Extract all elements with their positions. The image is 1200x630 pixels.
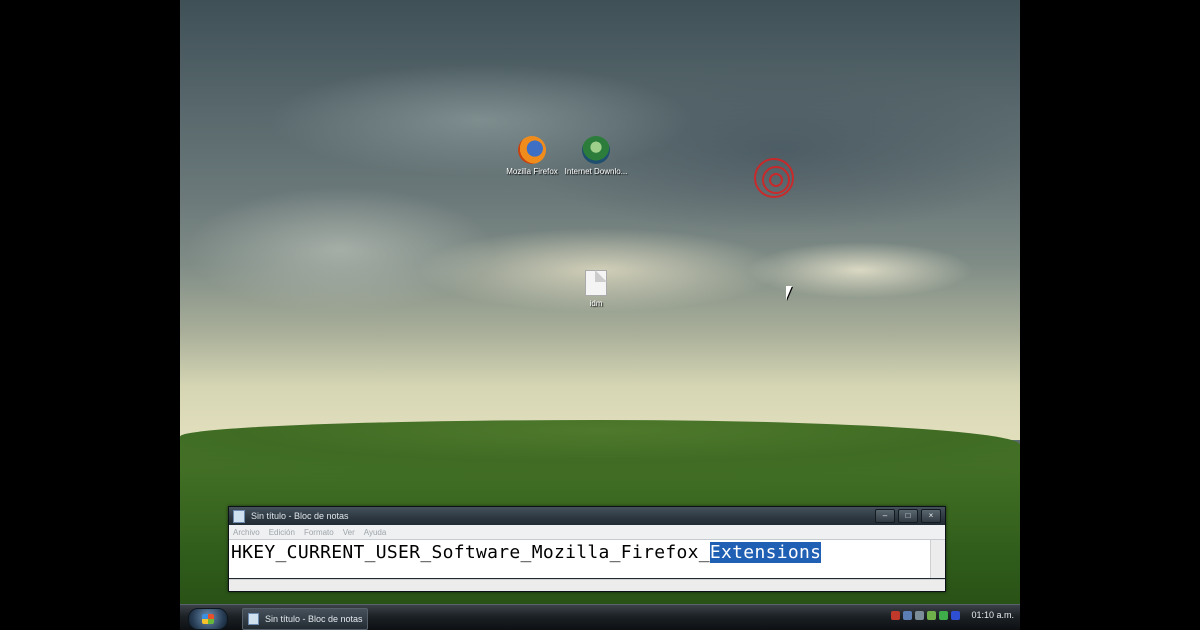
close-button[interactable]: × (921, 509, 941, 523)
menu-archivo[interactable]: Archivo (233, 528, 260, 537)
desktop-icon-firefox[interactable]: Mozilla Firefox (497, 136, 567, 177)
mouse-cursor-icon (786, 286, 792, 300)
notepad-icon (248, 613, 259, 625)
notepad-window[interactable]: Sin título - Bloc de notas – □ × Archivo… (228, 506, 946, 592)
editor-text-line[interactable]: HKEY_CURRENT_USER_Software_Mozilla_Firef… (231, 542, 822, 563)
menu-bar: Archivo Edición Formato Ver Ayuda (229, 525, 945, 539)
editor-text: HKEY_CURRENT_USER_Software_Mozilla_Firef… (231, 542, 710, 563)
minimize-button[interactable]: – (875, 509, 895, 523)
desktop-icon-label: Internet Downlo... (564, 167, 628, 176)
desktop-icon-idm-file[interactable]: idm (561, 270, 631, 309)
window-title: Sin título - Bloc de notas (251, 511, 349, 521)
notepad-icon (233, 509, 245, 523)
system-tray: 01:10 a.m. (891, 610, 1014, 620)
tray-update-icon[interactable] (939, 610, 949, 620)
menu-formato[interactable]: Formato (304, 528, 334, 537)
horizontal-scrollbar[interactable] (229, 579, 945, 591)
taskbar-button-label: Sin título - Bloc de notas (265, 614, 363, 624)
desktop-icon-label: idm (589, 299, 603, 308)
firefox-icon (518, 136, 546, 164)
desktop-icon-internet-download-manager[interactable]: Internet Downlo... (561, 136, 631, 177)
text-editor[interactable]: HKEY_CURRENT_USER_Software_Mozilla_Firef… (229, 539, 945, 578)
maximize-button[interactable]: □ (898, 509, 918, 523)
start-button[interactable] (188, 608, 228, 630)
desktop-screen: Mozilla Firefox Internet Downlo... idm S… (180, 0, 1020, 630)
taskbar-button-notepad[interactable]: Sin título - Bloc de notas (242, 608, 368, 630)
tray-antivirus-icon[interactable] (891, 610, 901, 620)
wallpaper-sky (180, 0, 1020, 440)
text-file-icon (585, 270, 607, 296)
idm-icon (582, 136, 610, 164)
desktop-icon-label: Mozilla Firefox (506, 167, 558, 176)
selected-text: Extensions (709, 542, 822, 563)
taskbar: Sin título - Bloc de notas 01:10 a.m. (180, 604, 1020, 630)
tray-network-icon[interactable] (903, 610, 913, 620)
notepad-titlebar[interactable]: Sin título - Bloc de notas – □ × (229, 507, 945, 525)
menu-ayuda[interactable]: Ayuda (364, 528, 387, 537)
click-indicator-icon (754, 158, 794, 198)
tray-app-icon[interactable] (927, 610, 937, 620)
vertical-scrollbar[interactable] (930, 540, 945, 578)
tray-volume-icon[interactable] (915, 610, 925, 620)
taskbar-clock[interactable]: 01:10 a.m. (971, 610, 1014, 620)
menu-ver[interactable]: Ver (343, 528, 355, 537)
tray-media-icon[interactable] (951, 610, 961, 620)
menu-edicion[interactable]: Edición (269, 528, 295, 537)
